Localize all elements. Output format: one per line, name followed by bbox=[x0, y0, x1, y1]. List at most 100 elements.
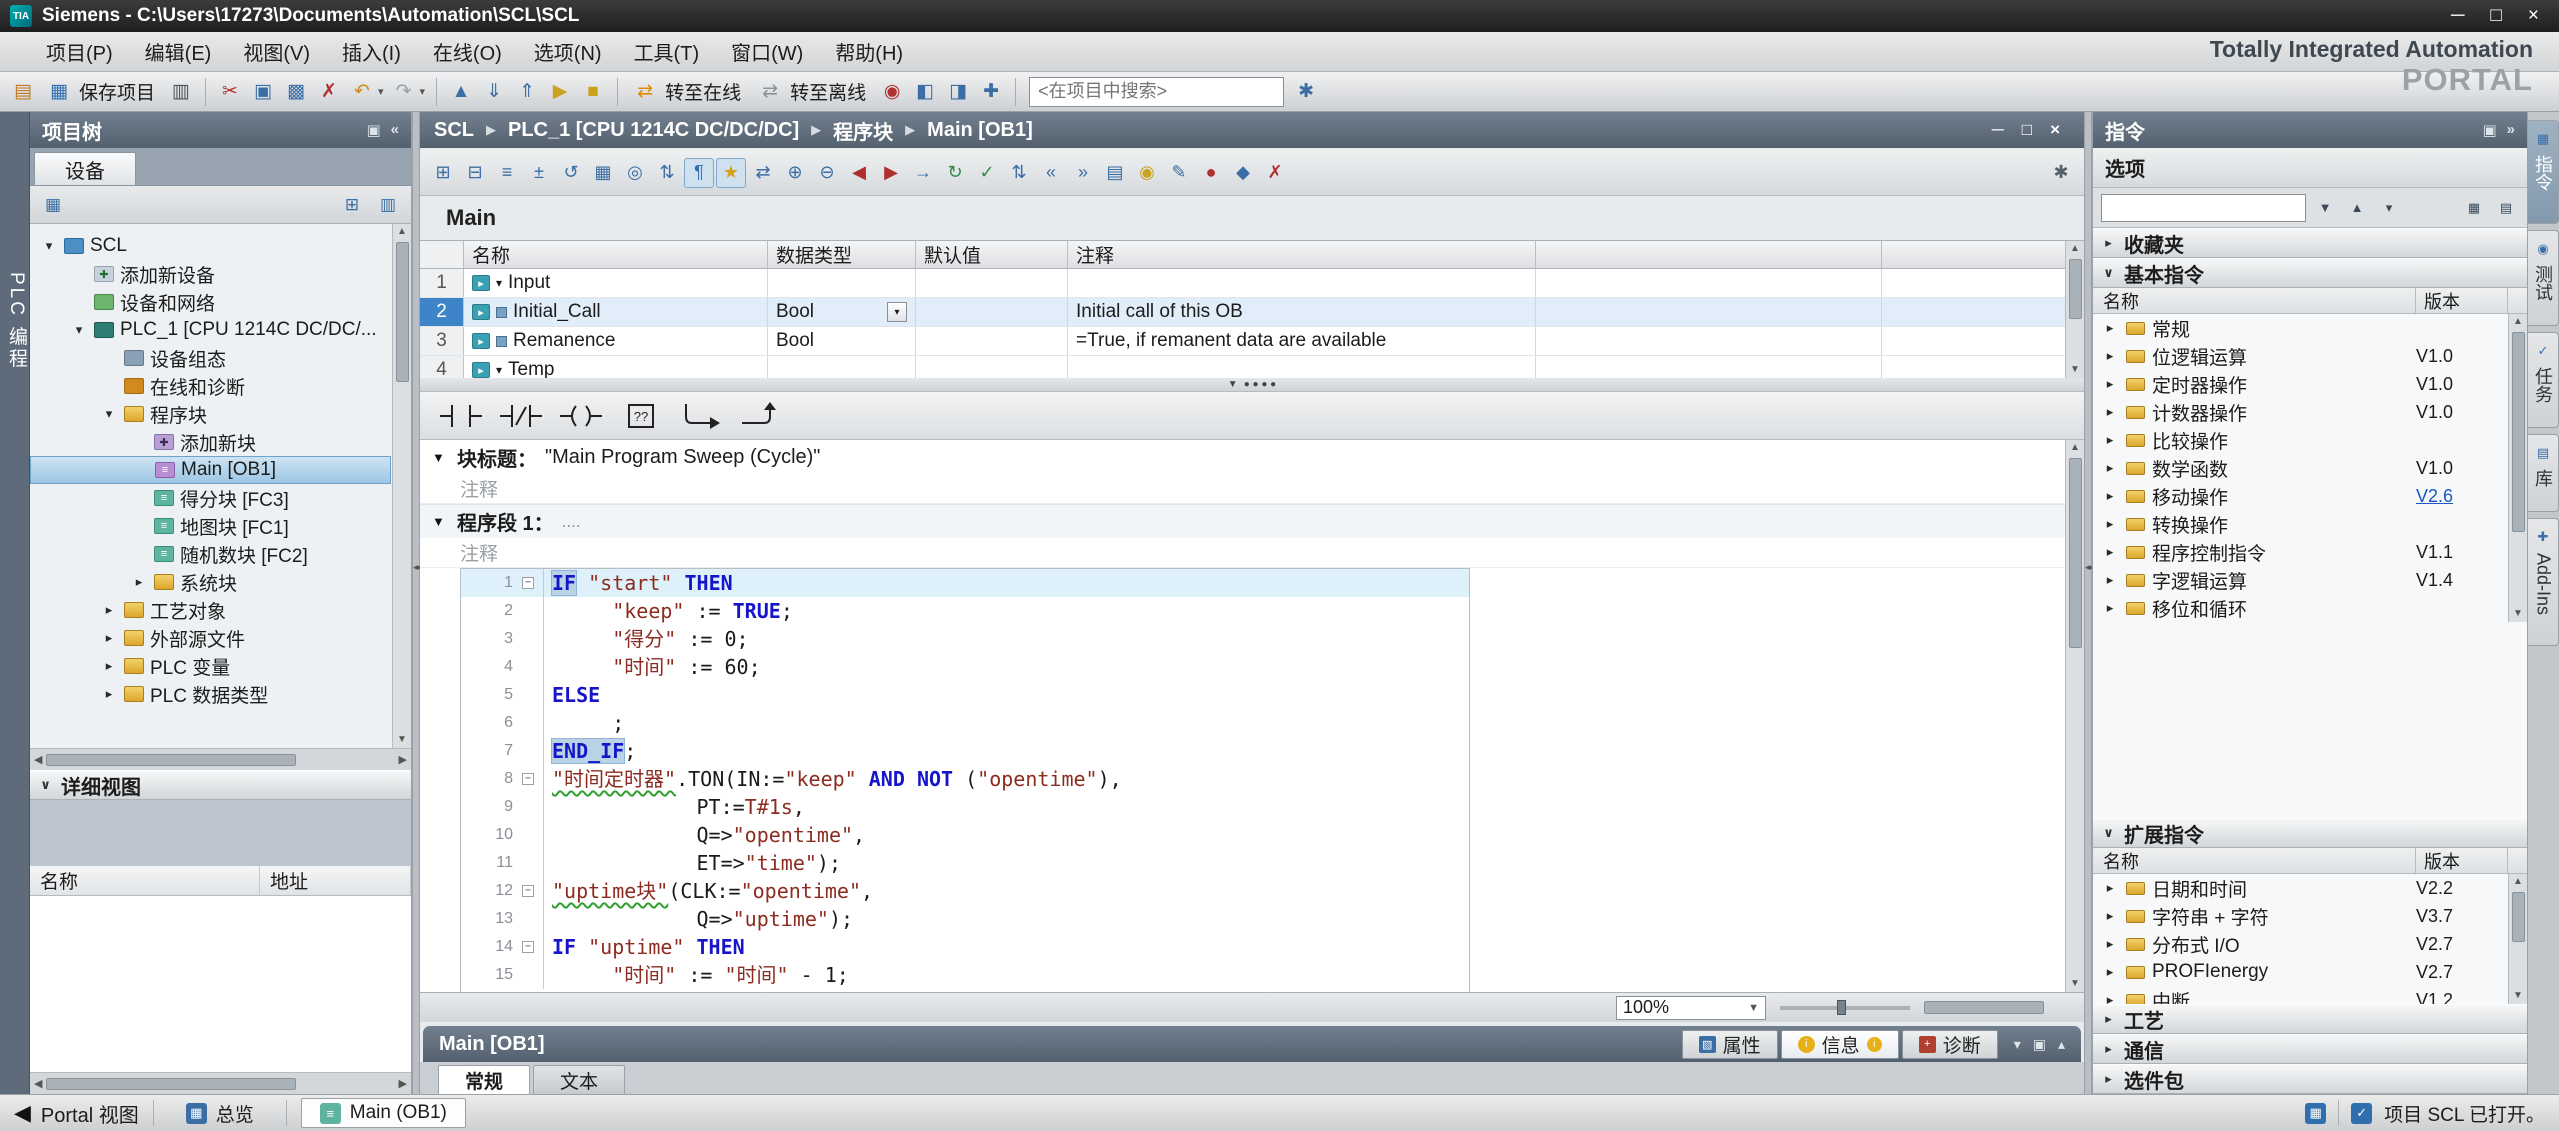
instruction-group-date-time[interactable]: ▸日期和时间V2.2 bbox=[2093, 874, 2508, 902]
snapshot-values-icon[interactable]: ◎ bbox=[620, 158, 650, 188]
cell-default-value[interactable] bbox=[916, 298, 1068, 326]
cell-name[interactable]: ▸Remanence bbox=[464, 327, 768, 355]
outdent-icon[interactable]: « bbox=[1036, 158, 1066, 188]
section-communication[interactable]: ▸ 通信 bbox=[2093, 1034, 2527, 1064]
scroll-down-icon[interactable]: ▼ bbox=[2513, 606, 2523, 622]
rail-tab-库[interactable]: ▤库 bbox=[2528, 434, 2559, 512]
instruction-group-counters[interactable]: ▸计数器操作V1.0 bbox=[2093, 398, 2508, 426]
expand-arrow-icon[interactable]: ▸ bbox=[100, 602, 118, 618]
portal-view-button[interactable]: ◀ Portal 视图 bbox=[14, 1099, 139, 1128]
menu-help[interactable]: 帮助(H) bbox=[819, 31, 919, 72]
scroll-thumb[interactable] bbox=[46, 1078, 296, 1090]
menu-options[interactable]: 选项(N) bbox=[518, 31, 618, 72]
expand-arrow-icon[interactable]: ▸ bbox=[2101, 460, 2119, 476]
inspector-float-icon[interactable]: ▣ bbox=[2033, 1036, 2046, 1053]
section-extended-instructions[interactable]: ∨ 扩展指令 bbox=[2093, 818, 2527, 848]
expand-arrow-icon[interactable]: ▸ bbox=[2101, 348, 2119, 364]
overview-tab[interactable]: ▦ 总览 bbox=[168, 1097, 272, 1130]
tree-item-plc-变量[interactable]: ▸PLC 变量 bbox=[30, 652, 391, 680]
search-up-icon[interactable]: ▲ bbox=[2344, 195, 2370, 221]
rail-tab-任务[interactable]: ✓任务 bbox=[2528, 332, 2559, 428]
scroll-left-icon[interactable]: ◀ bbox=[34, 1077, 42, 1090]
open-branch-icon[interactable] bbox=[678, 399, 724, 433]
stop-cpu-icon[interactable]: ■ bbox=[578, 77, 608, 107]
cell-name[interactable]: ▸Initial_Call bbox=[464, 298, 768, 326]
syntax-errors-icon[interactable]: ✗ bbox=[1260, 158, 1290, 188]
expand-arrow-icon[interactable]: ▾ bbox=[70, 322, 88, 338]
zoom-slider[interactable] bbox=[1780, 1006, 1910, 1010]
column-name[interactable]: 名称 bbox=[2093, 848, 2416, 873]
project-search-input[interactable] bbox=[1029, 77, 1284, 107]
expand-arrow-icon[interactable]: ▸ bbox=[2101, 320, 2119, 336]
delete-icon[interactable]: ✗ bbox=[314, 77, 344, 107]
scroll-down-icon[interactable]: ▼ bbox=[2070, 362, 2080, 378]
interface-row-input[interactable]: 1▸▾Input bbox=[420, 269, 2084, 298]
scroll-thumb[interactable] bbox=[46, 754, 296, 766]
breadcrumb-item[interactable]: 程序块 bbox=[833, 116, 893, 145]
code-text[interactable]: "keep" := TRUE; bbox=[543, 597, 1469, 625]
window-minimize-button[interactable]: ─ bbox=[2451, 5, 2464, 27]
rail-tab-add-ins[interactable]: ✚Add-Ins bbox=[2528, 518, 2559, 646]
code-line-1[interactable]: 1−IF "start" THEN bbox=[461, 569, 1469, 597]
keep-actual-values-icon[interactable]: ▦ bbox=[588, 158, 618, 188]
start-search-icon[interactable]: ✱ bbox=[1291, 77, 1321, 107]
new-project-icon[interactable]: ▤ bbox=[8, 77, 38, 107]
instruction-group-string-char[interactable]: ▸字符串 + 字符V3.7 bbox=[2093, 902, 2508, 930]
instruction-group-distributed-io[interactable]: ▸分布式 I/OV2.7 bbox=[2093, 930, 2508, 958]
touch-keyboard-icon[interactable]: ▦ bbox=[2305, 1103, 2326, 1124]
menu-online[interactable]: 在线(O) bbox=[417, 31, 518, 72]
section-favorites[interactable]: ▸ 收藏夹 bbox=[2093, 228, 2527, 258]
editor-horizontal-scroll-thumb[interactable] bbox=[1924, 1001, 2044, 1014]
editor-close-button[interactable]: × bbox=[2050, 120, 2060, 140]
expand-arrow-icon[interactable]: ▸ bbox=[2101, 516, 2119, 532]
call-environment-icon[interactable]: ◆ bbox=[1228, 158, 1258, 188]
load-snapshots-icon[interactable]: ⇅ bbox=[652, 158, 682, 188]
coil-icon[interactable] bbox=[558, 399, 604, 433]
column-header[interactable]: 注释 bbox=[1068, 241, 1536, 268]
code-text[interactable]: ELSE bbox=[543, 681, 1469, 709]
tab-devices[interactable]: 设备 bbox=[34, 152, 136, 185]
code-line-15[interactable]: 15 "时间" := "时间" - 1; bbox=[461, 961, 1469, 989]
menu-window[interactable]: 窗口(W) bbox=[715, 31, 819, 72]
modify-values-icon[interactable]: ✎ bbox=[1164, 158, 1194, 188]
delete-network-icon[interactable]: ⊟ bbox=[460, 158, 490, 188]
code-text[interactable]: END_IF; bbox=[543, 737, 1469, 765]
row-number[interactable]: 4 bbox=[420, 356, 464, 378]
code-text[interactable]: "时间" := "时间" - 1; bbox=[543, 961, 1469, 989]
cell-data-type[interactable]: Bool bbox=[768, 327, 916, 355]
tree-item-plc-数据类型[interactable]: ▸PLC 数据类型 bbox=[30, 680, 391, 708]
cell-name[interactable]: ▸▾Input bbox=[464, 269, 768, 297]
scroll-thumb[interactable] bbox=[2512, 332, 2525, 532]
add-row-icon[interactable]: ± bbox=[524, 158, 554, 188]
redo-icon[interactable]: ↷ bbox=[389, 77, 419, 107]
expand-all-nodes-icon[interactable]: ⊞ bbox=[337, 190, 367, 220]
menu-project[interactable]: 项目(P) bbox=[30, 31, 129, 72]
redo-dropdown-icon[interactable]: ▾ bbox=[420, 85, 426, 98]
code-line-2[interactable]: 2 "keep" := TRUE; bbox=[461, 597, 1469, 625]
collapse-panel-icon[interactable]: « bbox=[391, 121, 399, 139]
next-error-icon[interactable]: ▶ bbox=[876, 158, 906, 188]
cell-data-type[interactable]: Bool▾ bbox=[768, 298, 916, 326]
menu-view[interactable]: 视图(V) bbox=[227, 31, 326, 72]
tree-view-filter-icon[interactable]: ▦ bbox=[38, 190, 68, 220]
insert-network-icon[interactable]: ⊞ bbox=[428, 158, 458, 188]
tree-item-外部源文件[interactable]: ▸外部源文件 bbox=[30, 624, 391, 652]
expand-arrow-icon[interactable]: ▸ bbox=[2101, 600, 2119, 616]
row-number[interactable]: 2 bbox=[420, 298, 464, 326]
code-line-7[interactable]: 7END_IF; bbox=[461, 737, 1469, 765]
cut-icon[interactable]: ✂ bbox=[215, 77, 245, 107]
expand-arrow-icon[interactable]: ▸ bbox=[2101, 880, 2119, 896]
scroll-thumb[interactable] bbox=[396, 242, 409, 382]
window-maximize-button[interactable]: □ bbox=[2490, 5, 2501, 27]
code-line-10[interactable]: 10 Q=>"opentime", bbox=[461, 821, 1469, 849]
close-branch-icon[interactable] bbox=[738, 399, 784, 433]
expand-arrow-icon[interactable]: ▸ bbox=[2101, 908, 2119, 924]
rewire-icon[interactable]: ⇅ bbox=[1004, 158, 1034, 188]
interface-row-initial_call[interactable]: 2▸Initial_CallBool▾Initial call of this … bbox=[420, 298, 2084, 327]
update-block-calls-icon[interactable]: ↻ bbox=[940, 158, 970, 188]
comments-toggle-icon[interactable]: ¶ bbox=[684, 158, 714, 188]
tree-horizontal-scrollbar[interactable]: ◀ ▶ bbox=[30, 748, 411, 770]
expand-arrow-icon[interactable]: ▸ bbox=[100, 658, 118, 674]
expand-arrow-icon[interactable]: ▸ bbox=[2101, 432, 2119, 448]
download-to-device-icon[interactable]: ⇓ bbox=[479, 77, 509, 107]
